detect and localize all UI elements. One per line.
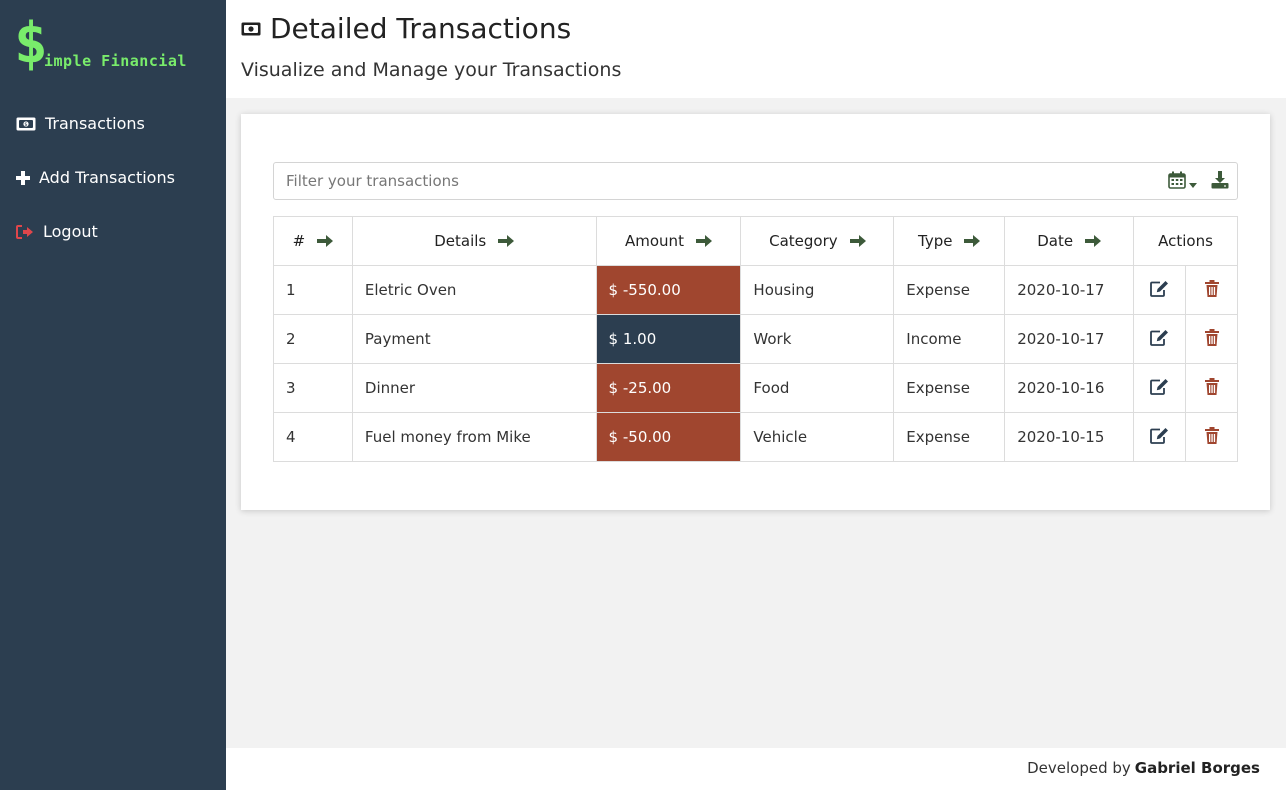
column-header-details[interactable]: Details: [351, 216, 597, 266]
cell-amount: $ 1.00: [595, 314, 742, 364]
sidebar-item-logout[interactable]: Logout: [16, 222, 98, 241]
date-filter-dropdown[interactable]: [1168, 171, 1197, 193]
app-logo[interactable]: $ imple Financial: [14, 14, 214, 78]
cell-date: 2020-10-17: [1004, 265, 1135, 315]
cell-delete: [1185, 363, 1238, 413]
sidebar-item-add-transactions[interactable]: Add Transactions: [16, 168, 175, 187]
sort-arrow-icon: [1085, 234, 1102, 248]
logo-text: imple Financial: [44, 52, 187, 70]
cell-type: Expense: [893, 363, 1006, 413]
cell-delete: [1185, 314, 1238, 364]
trash-icon[interactable]: [1204, 328, 1219, 346]
page-subtitle: Visualize and Manage your Transactions: [241, 59, 622, 81]
sort-arrow-icon: [695, 234, 712, 248]
table-header-row: # Details Amount Category Type Date Acti…: [273, 216, 1238, 266]
edit-icon[interactable]: [1150, 329, 1169, 346]
column-header-type[interactable]: Type: [893, 216, 1006, 266]
logo-dollar: $: [14, 11, 48, 76]
page-title: Detailed Transactions: [241, 12, 571, 45]
cell-details: Dinner: [351, 363, 597, 413]
column-header-actions: Actions: [1133, 216, 1238, 266]
money-bill-icon: [241, 22, 261, 36]
cell-edit: [1133, 412, 1187, 462]
sort-arrow-icon: [964, 234, 981, 248]
sort-arrow-icon: [317, 234, 334, 248]
column-header-id[interactable]: #: [273, 216, 353, 266]
cell-id: 4: [273, 412, 353, 462]
author-name: Gabriel Borges: [1134, 759, 1260, 777]
cell-details: Payment: [351, 314, 597, 364]
cell-delete: [1185, 265, 1238, 315]
sidebar-item-label: Logout: [43, 222, 98, 241]
trash-icon[interactable]: [1204, 377, 1219, 395]
cell-category: Work: [740, 314, 895, 364]
cell-id: 3: [273, 363, 353, 413]
table-row: 3 Dinner $ -25.00 Food Expense 2020-10-1…: [273, 363, 1238, 413]
filter-input[interactable]: [274, 163, 1134, 199]
cell-category: Vehicle: [740, 412, 895, 462]
cell-amount: $ -50.00: [595, 412, 742, 462]
cell-details: Fuel money from Mike: [351, 412, 597, 462]
sidebar-item-label: Transactions: [45, 114, 145, 133]
download-button[interactable]: [1211, 171, 1229, 193]
edit-icon[interactable]: [1150, 280, 1169, 297]
page-header: Detailed Transactions Visualize and Mana…: [226, 0, 1286, 98]
column-header-amount[interactable]: Amount: [595, 216, 742, 266]
cell-id: 1: [273, 265, 353, 315]
page-footer: Developed by Gabriel Borges: [226, 748, 1286, 790]
sidebar-item-transactions[interactable]: $ Transactions: [16, 114, 145, 133]
cell-delete: [1185, 412, 1238, 462]
sort-arrow-icon: [498, 234, 515, 248]
trash-icon[interactable]: [1204, 426, 1219, 444]
filter-bar: [273, 162, 1238, 200]
cell-category: Housing: [740, 265, 895, 315]
transactions-table: # Details Amount Category Type Date Acti…: [273, 216, 1238, 462]
cell-date: 2020-10-15: [1004, 412, 1135, 462]
table-row: 4 Fuel money from Mike $ -50.00 Vehicle …: [273, 412, 1238, 462]
plus-icon: [16, 170, 30, 185]
cell-edit: [1133, 265, 1187, 315]
cell-category: Food: [740, 363, 895, 413]
sidebar: $ imple Financial $ Transactions Add Tra…: [0, 0, 226, 790]
column-header-date[interactable]: Date: [1004, 216, 1135, 266]
cell-amount: $ -550.00: [595, 265, 742, 315]
table-row: 2 Payment $ 1.00 Work Income 2020-10-17: [273, 314, 1238, 364]
cell-edit: [1133, 314, 1187, 364]
developer-credit: Developed by Gabriel Borges: [1027, 759, 1260, 777]
cell-type: Expense: [893, 412, 1006, 462]
page-title-text: Detailed Transactions: [270, 12, 572, 45]
svg-text:$: $: [24, 122, 27, 128]
cell-type: Income: [893, 314, 1006, 364]
table-row: 1 Eletric Oven $ -550.00 Housing Expense…: [273, 265, 1238, 315]
cell-date: 2020-10-16: [1004, 363, 1135, 413]
calendar-icon: [1168, 171, 1186, 193]
cell-details: Eletric Oven: [351, 265, 597, 315]
edit-icon[interactable]: [1150, 427, 1169, 444]
edit-icon[interactable]: [1150, 378, 1169, 395]
trash-icon[interactable]: [1204, 279, 1219, 297]
cell-date: 2020-10-17: [1004, 314, 1135, 364]
sign-out-icon: [16, 224, 34, 239]
cell-amount: $ -25.00: [595, 363, 742, 413]
cell-type: Expense: [893, 265, 1006, 315]
developed-by-label: Developed by: [1027, 759, 1131, 777]
cell-id: 2: [273, 314, 353, 364]
sort-arrow-icon: [849, 234, 866, 248]
money-bill-icon: $: [16, 117, 36, 131]
sidebar-item-label: Add Transactions: [39, 168, 175, 187]
download-icon: [1211, 171, 1229, 193]
transactions-card: # Details Amount Category Type Date Acti…: [241, 114, 1270, 510]
cell-edit: [1133, 363, 1187, 413]
caret-down-icon: [1189, 173, 1197, 192]
column-header-category[interactable]: Category: [740, 216, 895, 266]
